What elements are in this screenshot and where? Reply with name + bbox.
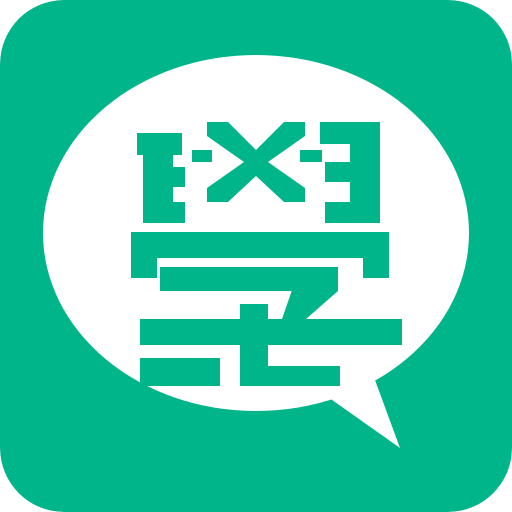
- app-icon-artwork: [0, 0, 512, 512]
- app-icon[interactable]: [0, 0, 512, 512]
